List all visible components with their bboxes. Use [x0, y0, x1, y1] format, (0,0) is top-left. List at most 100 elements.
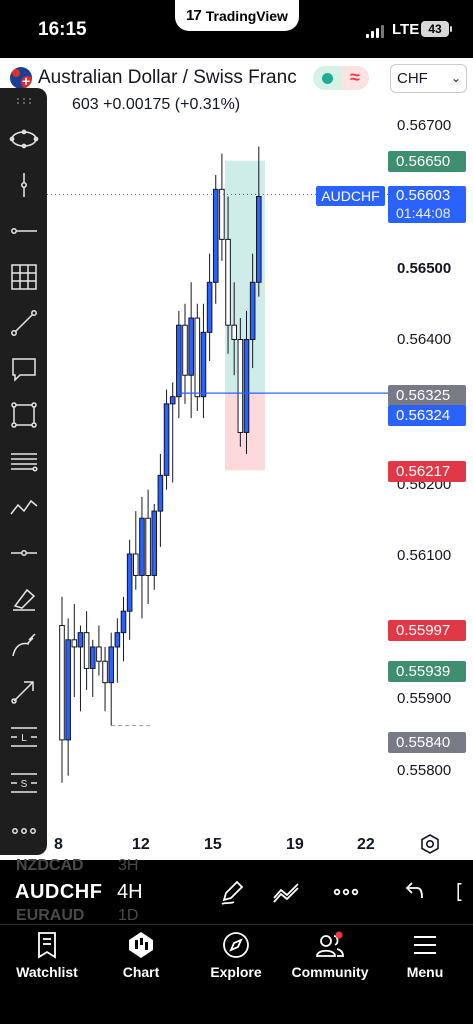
next-timeframe[interactable]: 1D [118, 907, 138, 925]
pencil-tool[interactable] [7, 628, 40, 661]
fullscreen-button[interactable] [450, 876, 473, 908]
battery-icon: 43 [421, 21, 452, 37]
fib-grid-tool[interactable] [7, 260, 40, 293]
axis-price-label: 0.56400 [397, 331, 452, 348]
arrow-icon [10, 680, 34, 704]
market-status-pill[interactable]: ≈ [313, 66, 369, 90]
watchlist-icon [38, 932, 56, 959]
crosshair-cursor-tool[interactable] [7, 122, 40, 155]
candle-body [212, 188, 219, 283]
indicators-icon [273, 883, 299, 903]
nav-community[interactable]: Community [283, 930, 377, 986]
candle-body [71, 639, 78, 648]
network-label: LTE [392, 21, 420, 38]
horizontal-line-tool[interactable] [7, 536, 40, 569]
candle-body [237, 339, 244, 433]
speech-bubble-icon [11, 357, 36, 382]
undo-icon [405, 882, 423, 899]
candle-body [108, 646, 115, 684]
callout-tool[interactable] [7, 352, 40, 385]
nav-chart-label: Chart [122, 964, 160, 980]
candle-body [139, 517, 145, 576]
currency-value: CHF [397, 70, 428, 87]
candle-body [188, 317, 194, 376]
rectangle-icon [10, 401, 37, 428]
chart-settings-icon[interactable] [420, 834, 440, 854]
candle-body [102, 660, 108, 684]
candle-body [169, 396, 176, 405]
nav-menu[interactable]: Menu [378, 930, 472, 986]
entry-price-tag[interactable]: 0.56325 [388, 385, 466, 406]
alert-price-tag-red[interactable]: 0.55997 [388, 620, 466, 641]
symbol-title[interactable]: Australian Dollar / Swiss Franc [38, 67, 297, 89]
alert-price-tag-green[interactable]: 0.55939 [388, 661, 466, 682]
rectangle-tool[interactable] [7, 398, 40, 431]
current-symbol[interactable]: AUDCHF [15, 881, 102, 904]
long-position-tool[interactable]: L [7, 720, 40, 753]
candle-body [157, 474, 164, 512]
short-position-tool[interactable]: S [7, 766, 40, 799]
stop-price-tag[interactable]: 0.56217 [388, 461, 466, 482]
nav-explore[interactable]: Explore [189, 930, 283, 986]
candle-body [145, 517, 151, 576]
candle-body [89, 646, 96, 669]
candle-body [77, 632, 84, 648]
entry-price-tag-blue[interactable]: 0.56324 [388, 405, 466, 426]
arrow-tool[interactable] [7, 674, 40, 707]
horizontal-ray-tool[interactable] [7, 214, 40, 247]
candle-body [114, 632, 121, 648]
candle-body [151, 510, 158, 576]
x-axis-label: 15 [204, 836, 222, 853]
nav-menu-label: Menu [406, 964, 444, 980]
more-dots-icon [333, 888, 359, 896]
tradingview-logo-icon: 17 [186, 7, 202, 24]
community-icon [316, 931, 344, 957]
axis-price-label: 0.55800 [397, 762, 452, 779]
target-price-tag[interactable]: 0.56650 [388, 151, 466, 172]
symbol-price-label: AUDCHF [316, 186, 385, 206]
candle-body [83, 632, 90, 669]
candle-body [219, 188, 225, 240]
brush-tool[interactable] [7, 582, 40, 615]
tradingview-pill[interactable]: 17 TradingView [175, 0, 299, 31]
more-options-button[interactable] [330, 876, 362, 908]
alert-price-tag-gray[interactable]: 0.55840 [388, 732, 466, 753]
axis-price-label: 0.56100 [397, 547, 452, 564]
current-price-tag: 0.56603 01:44:08 [388, 186, 466, 223]
parallel-channel-tool[interactable] [7, 444, 40, 477]
battery-level: 43 [428, 22, 442, 36]
indicators-button[interactable] [270, 876, 302, 908]
current-timeframe[interactable]: 4H [117, 881, 143, 904]
bar-countdown: 01:44:08 [396, 205, 451, 221]
market-open-dot-icon [321, 72, 333, 84]
prev-symbol[interactable]: NZDCAD [16, 857, 84, 875]
x-axis-label: 22 [357, 836, 375, 853]
approx-icon: ≈ [341, 66, 369, 90]
candle-body [96, 646, 102, 662]
pattern-tool[interactable] [7, 490, 40, 523]
signal-icon [366, 24, 384, 38]
drag-handle-icon[interactable] [16, 97, 32, 105]
nav-watchlist[interactable]: Watchlist [0, 930, 94, 986]
undo-button[interactable] [398, 876, 430, 908]
currency-select[interactable]: CHF ⌄ [390, 64, 467, 93]
brush-icon [12, 588, 35, 611]
trend-line-icon [10, 309, 37, 336]
chevron-down-icon: ⌄ [450, 71, 461, 85]
next-symbol[interactable]: EURAUD [16, 907, 84, 925]
prev-timeframe[interactable]: 3H [118, 857, 138, 875]
trend-line-tool[interactable] [7, 306, 40, 339]
draw-button[interactable] [216, 876, 248, 908]
nav-chart[interactable]: Chart [94, 930, 188, 986]
candle-body [249, 281, 256, 340]
more-tools-button[interactable] [7, 814, 40, 847]
candle-body [163, 403, 170, 476]
vertical-line-tool[interactable] [7, 168, 40, 201]
status-time: 16:15 [38, 19, 87, 40]
candle-body [65, 639, 71, 741]
nav-watchlist-label: Watchlist [16, 964, 78, 980]
current-price: 0.56603 [396, 187, 451, 204]
axis-price-label-bold: 0.56500 [397, 260, 452, 277]
more-dots-icon [11, 827, 36, 834]
parallel-lines-icon [10, 452, 38, 472]
